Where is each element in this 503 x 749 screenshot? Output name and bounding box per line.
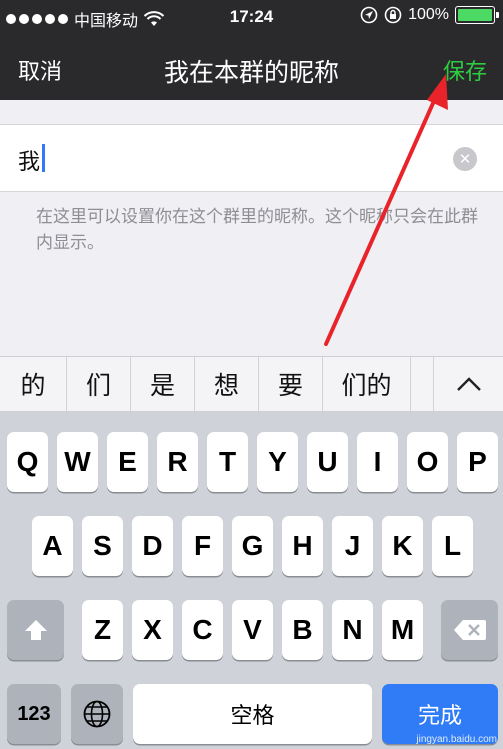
key-v[interactable]: V xyxy=(232,600,273,660)
location-icon xyxy=(360,6,378,24)
backspace-icon xyxy=(453,620,486,640)
done-key-label: 完成 xyxy=(417,704,462,729)
nickname-hint: 在这里可以设置你在这个群里的昵称。这个昵称只会在此群内显示。 xyxy=(36,207,478,253)
battery-percent: 100% xyxy=(408,6,449,23)
candidate-item[interactable]: 们 xyxy=(67,357,131,411)
candidate-item[interactable]: 们的 xyxy=(323,357,411,411)
key-w[interactable]: W xyxy=(57,432,98,492)
nickname-input-value: 我 xyxy=(18,150,41,175)
key-r[interactable]: R xyxy=(157,432,198,492)
key-p[interactable]: P xyxy=(457,432,498,492)
clear-icon[interactable]: ✕ xyxy=(453,147,477,171)
key-b[interactable]: B xyxy=(282,600,323,660)
page-title: 我在本群的昵称 xyxy=(163,58,339,87)
keyboard: Q W E R T Y U I O P A S D F G H J K L Z … xyxy=(0,412,503,749)
key-g[interactable]: G xyxy=(232,516,273,576)
status-right: 100% xyxy=(360,6,499,24)
key-s[interactable]: S xyxy=(82,516,123,576)
candidate-item[interactable]: 想 xyxy=(195,357,259,411)
key-o[interactable]: O xyxy=(407,432,448,492)
candidate-item[interactable]: 是 xyxy=(131,357,195,411)
globe-icon xyxy=(83,700,111,728)
numbers-key-label: 123 xyxy=(17,702,51,725)
chevron-up-icon[interactable] xyxy=(433,357,503,411)
space-key[interactable]: 空格 xyxy=(133,684,372,744)
key-n[interactable]: N xyxy=(332,600,373,660)
battery-icon xyxy=(455,6,499,24)
key-c[interactable]: C xyxy=(182,600,223,660)
shift-key[interactable] xyxy=(7,600,64,660)
save-button[interactable]: 保存 xyxy=(443,54,487,86)
backspace-key[interactable] xyxy=(441,600,498,660)
key-d[interactable]: D xyxy=(132,516,173,576)
key-q[interactable]: Q xyxy=(7,432,48,492)
key-j[interactable]: J xyxy=(332,516,373,576)
key-k[interactable]: K xyxy=(382,516,423,576)
shift-icon xyxy=(24,620,47,640)
space-key-label: 空格 xyxy=(230,704,275,729)
status-bar: 中国移动 17:24 100% xyxy=(0,0,503,34)
watermark: jingyan.baidu.com xyxy=(416,734,497,745)
nav-bar: 取消 我在本群的昵称 保存 xyxy=(0,34,503,100)
key-m[interactable]: M xyxy=(382,600,423,660)
key-y[interactable]: Y xyxy=(257,432,298,492)
text-caret xyxy=(42,144,45,172)
candidate-bar: 的 们 是 想 要 们的 xyxy=(0,356,503,412)
key-i[interactable]: I xyxy=(357,432,398,492)
numbers-key[interactable]: 123 xyxy=(7,684,61,744)
rotation-lock-icon xyxy=(384,6,402,24)
key-u[interactable]: U xyxy=(307,432,348,492)
key-z[interactable]: Z xyxy=(82,600,123,660)
key-a[interactable]: A xyxy=(32,516,73,576)
nickname-input[interactable]: 我 ✕ xyxy=(0,124,503,192)
key-x[interactable]: X xyxy=(132,600,173,660)
candidate-item[interactable]: 要 xyxy=(259,357,323,411)
key-l[interactable]: L xyxy=(432,516,473,576)
key-e[interactable]: E xyxy=(107,432,148,492)
key-t[interactable]: T xyxy=(207,432,248,492)
key-h[interactable]: H xyxy=(282,516,323,576)
key-f[interactable]: F xyxy=(182,516,223,576)
globe-key[interactable] xyxy=(71,684,123,744)
candidate-item[interactable]: 的 xyxy=(0,357,67,411)
